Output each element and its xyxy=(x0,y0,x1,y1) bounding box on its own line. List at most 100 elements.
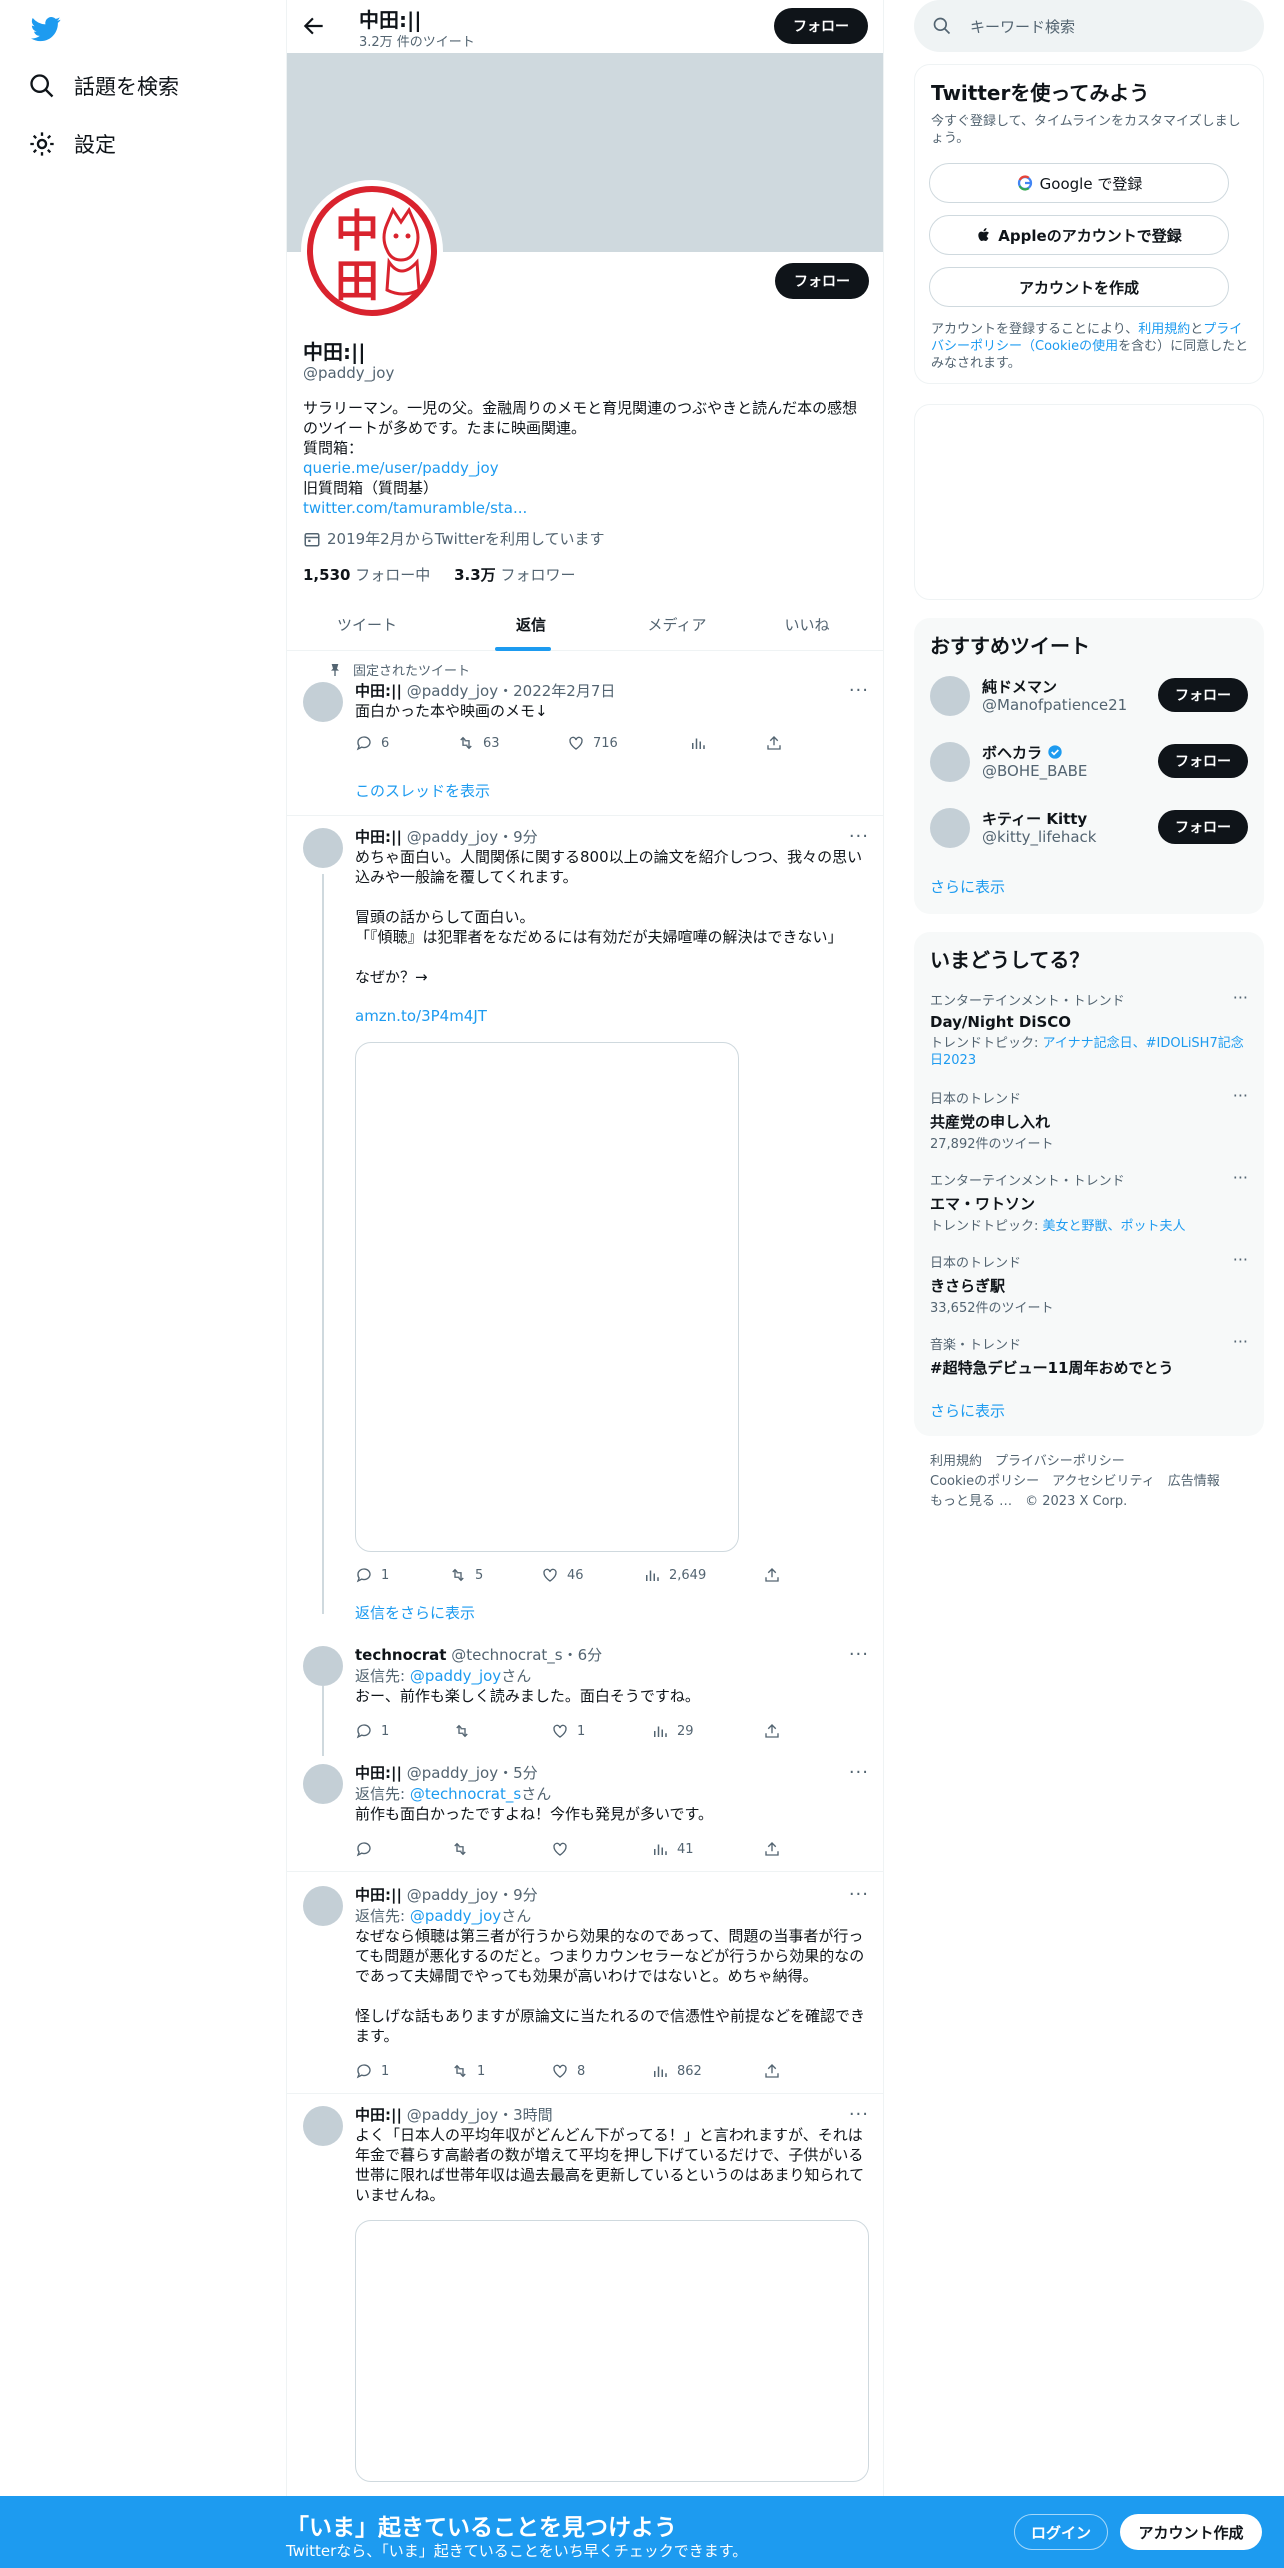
more-icon[interactable]: ··· xyxy=(849,2104,869,2125)
views-button[interactable]: 29 xyxy=(651,1722,694,1740)
back-arrow-icon[interactable] xyxy=(301,13,327,39)
search-box[interactable]: キーワード検索 xyxy=(914,0,1264,52)
retweet-button[interactable]: 1 xyxy=(451,2062,485,2080)
trend-item[interactable]: 日本のトレンド きさらぎ駅 33,652件のツイート ··· xyxy=(930,1250,1248,1317)
avatar[interactable] xyxy=(303,682,343,722)
avatar[interactable] xyxy=(303,1886,343,1926)
tweet-reply[interactable]: technocrat @technocrat_s・6分 返信先: @paddy_… xyxy=(287,1636,883,1756)
search-placeholder[interactable]: キーワード検索 xyxy=(970,16,1075,37)
tweet-meta[interactable]: @technocrat_s・6分 xyxy=(451,1646,602,1664)
avatar[interactable] xyxy=(303,1646,343,1686)
tweet-author[interactable]: 中田:|| xyxy=(355,828,402,846)
tweet-meta[interactable]: @paddy_joy・3時間 xyxy=(407,2106,553,2124)
trend-item[interactable]: 音楽・トレンド #超特急デビュー11周年おめでとう ··· xyxy=(930,1332,1248,1378)
avatar[interactable] xyxy=(930,808,970,848)
twitter-logo-icon[interactable] xyxy=(28,14,64,44)
reply-button[interactable]: 1 xyxy=(355,1566,389,1584)
more-icon[interactable]: ··· xyxy=(1233,988,1248,1007)
bio-link-twitter[interactable]: twitter.com/tamuramble/sta... xyxy=(303,498,869,518)
tweet-image[interactable] xyxy=(355,1042,739,1552)
following-link[interactable]: 1,530 フォロー中 xyxy=(303,566,430,584)
tweet-author[interactable]: 中田:|| xyxy=(355,1886,402,1904)
like-button[interactable] xyxy=(551,1840,577,1858)
share-button[interactable] xyxy=(763,1722,789,1740)
header-follow-button[interactable]: フォロー xyxy=(774,8,868,44)
tweet-meta[interactable]: @paddy_joy・5分 xyxy=(407,1764,538,1782)
reply-button[interactable]: 1 xyxy=(355,2062,389,2080)
trends-show-more[interactable]: さらに表示 xyxy=(930,1400,1005,1421)
views-button[interactable]: 2,649 xyxy=(643,1566,706,1584)
reply-button[interactable]: 1 xyxy=(355,1722,389,1740)
reply-button[interactable]: 6 xyxy=(355,734,389,752)
reply-to-handle[interactable]: @paddy_joy xyxy=(410,1667,501,1685)
share-button[interactable] xyxy=(763,1566,789,1584)
avatar[interactable] xyxy=(930,742,970,782)
more-icon[interactable]: ··· xyxy=(849,1762,869,1783)
like-button[interactable]: 716 xyxy=(567,734,618,752)
create-account-button[interactable]: アカウントを作成 xyxy=(929,267,1229,307)
share-button[interactable] xyxy=(763,1840,789,1858)
google-signup-button[interactable]: Google で登録 xyxy=(929,163,1229,203)
tweet-reply[interactable]: 中田:|| @paddy_joy・5分 返信先: @technocrat_sさん… xyxy=(287,1754,883,1872)
profile-follow-button[interactable]: フォロー xyxy=(775,263,869,299)
nav-explore[interactable]: 話題を検索 xyxy=(28,66,179,106)
show-more-replies-link[interactable]: 返信をさらに表示 xyxy=(355,1602,475,1623)
avatar[interactable] xyxy=(930,676,970,716)
trend-item[interactable]: エンターテインメント・トレンド エマ・ワトソン トレンドトピック: 美女と野獣、… xyxy=(930,1168,1248,1235)
views-button[interactable]: 862 xyxy=(651,2062,702,2080)
avatar[interactable] xyxy=(303,1764,343,1804)
login-button[interactable]: ログイン xyxy=(1014,2514,1108,2550)
retweet-button[interactable] xyxy=(453,1722,479,1740)
show-thread-link[interactable]: このスレッドを表示 xyxy=(355,780,490,801)
apple-signup-button[interactable]: Appleのアカウントで登録 xyxy=(929,215,1229,255)
rec-follow-button[interactable]: フォロー xyxy=(1158,678,1248,712)
tab-replies[interactable]: 返信 xyxy=(483,598,579,651)
rec-follow-button[interactable]: フォロー xyxy=(1158,744,1248,778)
footer-links[interactable]: Cookieのポリシー アクセシビリティ 広告情報 xyxy=(930,1472,1250,1492)
rec-follow-button[interactable]: フォロー xyxy=(1158,810,1248,844)
tab-tweets[interactable]: ツイート xyxy=(287,598,447,651)
tweet-image[interactable] xyxy=(355,2220,869,2482)
tweet-pinned[interactable]: 固定されたツイート 中田:|| @paddy_joy・2022年2月7日 面白か… xyxy=(287,652,883,816)
bio-link-querie[interactable]: querie.me/user/paddy_joy xyxy=(303,458,869,478)
profile-avatar[interactable]: 中 田 xyxy=(301,180,443,322)
more-icon[interactable]: ··· xyxy=(1233,1250,1248,1269)
reply-to-handle[interactable]: @technocrat_s xyxy=(410,1785,521,1803)
more-icon[interactable]: ··· xyxy=(849,826,869,847)
recommended-show-more[interactable]: さらに表示 xyxy=(930,876,1005,897)
tweet-meta[interactable]: @paddy_joy・2022年2月7日 xyxy=(407,682,616,700)
more-icon[interactable]: ··· xyxy=(849,1884,869,1905)
recommended-user[interactable]: キティー Kitty @kitty_lifehack フォロー xyxy=(930,806,1248,850)
more-icon[interactable]: ··· xyxy=(1233,1168,1248,1187)
tweet-author[interactable]: technocrat xyxy=(355,1646,446,1664)
followers-link[interactable]: 3.3万 フォロワー xyxy=(454,566,575,584)
recommended-user[interactable]: ボヘカラ @BOHE_BABE フォロー xyxy=(930,740,1248,784)
nav-settings[interactable]: 設定 xyxy=(28,124,116,164)
recommended-user[interactable]: 純ドメマン @Manofpatience21 フォロー xyxy=(930,674,1248,718)
retweet-button[interactable] xyxy=(451,1840,477,1858)
more-icon[interactable]: ··· xyxy=(1233,1086,1248,1105)
avatar[interactable] xyxy=(303,828,343,868)
tweet-author[interactable]: 中田:|| xyxy=(355,2106,402,2124)
share-button[interactable] xyxy=(763,2062,789,2080)
reply-button[interactable] xyxy=(355,1840,381,1858)
reply-to-handle[interactable]: @paddy_joy xyxy=(410,1907,501,1925)
tweet-meta[interactable]: @paddy_joy・9分 xyxy=(407,828,538,846)
tweet-meta[interactable]: @paddy_joy・9分 xyxy=(407,1886,538,1904)
tweet-link[interactable]: amzn.to/3P4m4JT xyxy=(355,1007,869,1025)
like-button[interactable]: 8 xyxy=(551,2062,585,2080)
trend-item[interactable]: エンターテインメント・トレンド Day/Night DiSCO トレンドトピック… xyxy=(930,988,1248,1069)
tweet-author[interactable]: 中田:|| xyxy=(355,682,402,700)
like-button[interactable]: 46 xyxy=(541,1566,584,1584)
like-button[interactable]: 1 xyxy=(551,1722,585,1740)
tweet-reply[interactable]: 中田:|| @paddy_joy・9分 返信先: @paddy_joyさん なぜ… xyxy=(287,1874,883,2094)
tweet-author[interactable]: 中田:|| xyxy=(355,1764,402,1782)
avatar[interactable] xyxy=(303,2106,343,2146)
more-icon[interactable]: ··· xyxy=(849,1644,869,1665)
views-button[interactable] xyxy=(689,734,715,752)
tweet-book-review[interactable]: 中田:|| @paddy_joy・9分 めちゃ面白い。人間関係に関する800以上… xyxy=(287,816,883,1622)
trend-item[interactable]: 日本のトレンド 共産党の申し入れ 27,892件のツイート ··· xyxy=(930,1086,1248,1153)
retweet-button[interactable]: 63 xyxy=(457,734,500,752)
terms-link[interactable]: 利用規約 xyxy=(1138,322,1190,337)
footer-links[interactable]: もっと見る … © 2023 X Corp. xyxy=(930,1492,1250,1512)
